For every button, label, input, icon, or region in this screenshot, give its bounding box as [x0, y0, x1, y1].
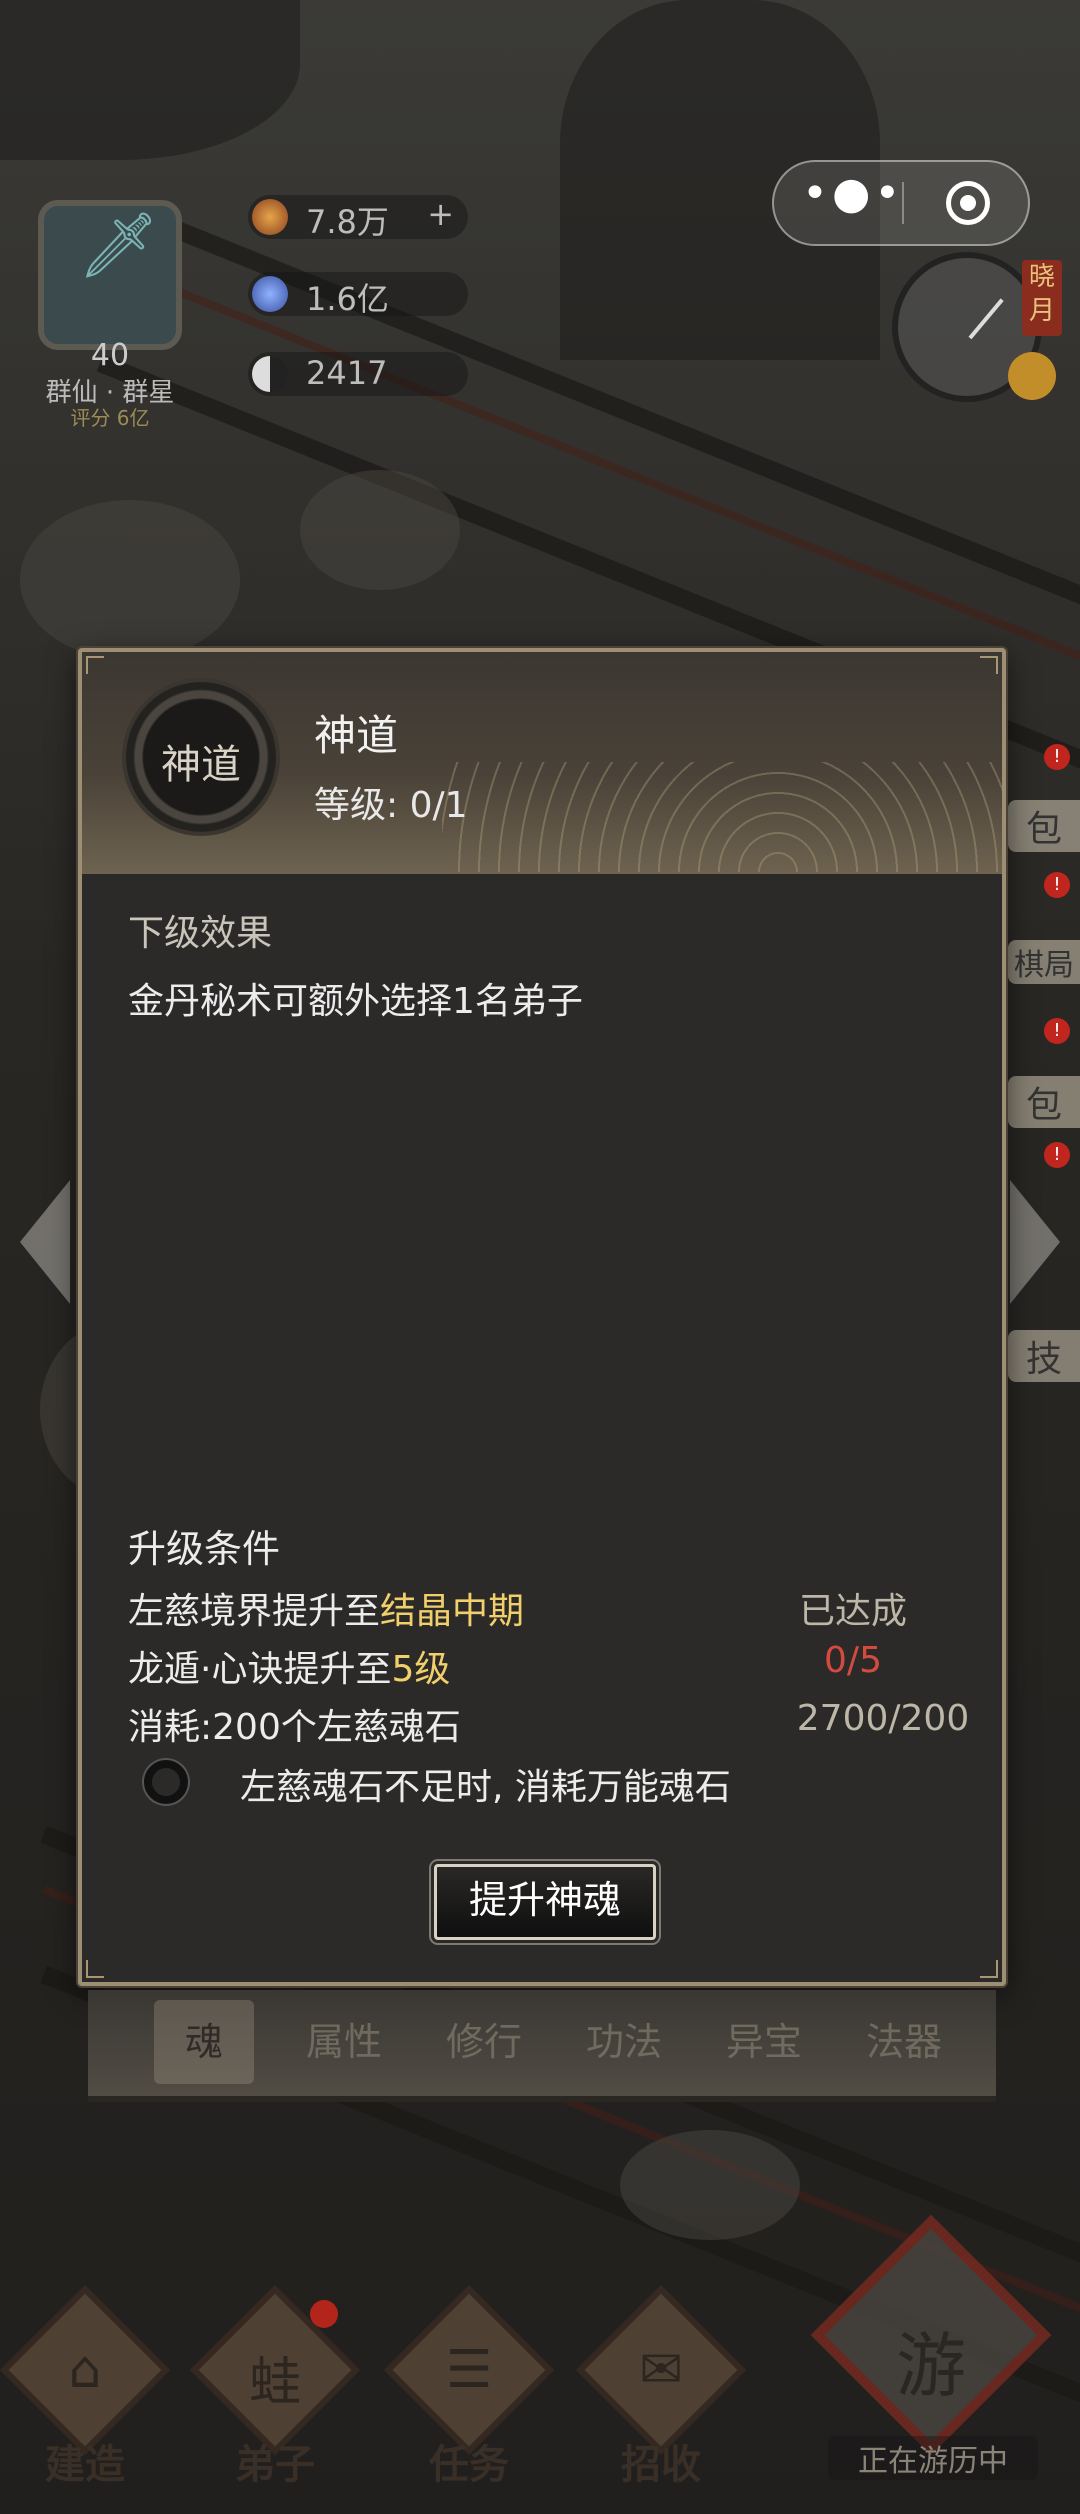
- resource-value: 2417: [306, 354, 388, 392]
- time-of-day-tag: 晓月: [1022, 260, 1062, 336]
- spirit-stone-icon: [252, 199, 288, 235]
- resource-crystal[interactable]: 1.6亿: [248, 272, 468, 318]
- condition-status: 已达成: [798, 1591, 907, 1632]
- travel-icon: 游: [896, 2325, 966, 2407]
- tab-treasures[interactable]: 异宝: [714, 2000, 814, 2084]
- dock-recruit[interactable]: ✉ 招收: [576, 2285, 746, 2514]
- resource-value: 1.6亿: [306, 280, 389, 318]
- travel-status: 正在游历中: [828, 2436, 1038, 2480]
- crystal-icon: [252, 276, 288, 312]
- notification-dot: !: [1044, 744, 1070, 770]
- task-icon: ☰: [445, 2340, 493, 2400]
- condition-status: 2700/200: [796, 1698, 970, 1739]
- close-miniprogram-button[interactable]: [946, 181, 990, 225]
- notification-dot: !: [1044, 872, 1070, 898]
- dock-build[interactable]: ⌂ 建造: [0, 2285, 170, 2514]
- dock-label: 建造: [45, 2442, 125, 2488]
- side-menu-item[interactable]: 包: [1008, 1076, 1080, 1128]
- corner-ornament: [980, 656, 998, 674]
- condition-status: 0/5: [824, 1640, 882, 1681]
- build-icon: ⌂: [68, 2340, 102, 2400]
- resource-yin-yang[interactable]: 2417: [248, 352, 468, 396]
- condition-label: 消耗:200个左慈魂石: [128, 1707, 461, 1748]
- side-menu-item[interactable]: 技: [1008, 1330, 1080, 1382]
- upgrade-soul-button[interactable]: 提升神魂: [434, 1864, 656, 1940]
- tab-cultivation[interactable]: 修行: [434, 2000, 534, 2084]
- resource-value: 7.8万: [306, 203, 389, 241]
- checkbox-label: 左慈魂石不足时, 消耗万能魂石: [240, 1767, 731, 1808]
- travel-button[interactable]: 游 正在游历中: [806, 2214, 1056, 2514]
- miniprogram-capsule: •●•: [772, 160, 1030, 246]
- upgrade-conditions-title: 升级条件: [128, 1527, 281, 1571]
- side-menu-item[interactable]: 棋局: [1008, 940, 1080, 984]
- tab-artifacts[interactable]: 法器: [854, 2000, 954, 2084]
- capsule-divider: [902, 182, 904, 224]
- notification-dot: !: [1044, 1018, 1070, 1044]
- player-score: 评分 6亿: [70, 406, 150, 430]
- more-options-button[interactable]: •●•: [802, 168, 902, 219]
- skill-level: 等级: 0/1: [314, 785, 468, 826]
- skill-icon-label: 神道: [161, 742, 241, 788]
- side-menu-item[interactable]: 包: [1008, 800, 1080, 852]
- condition-row: 左慈境界提升至结晶中期 已达成: [128, 1582, 968, 1632]
- skill-name: 神道: [314, 711, 399, 760]
- add-resource-button[interactable]: +: [427, 195, 454, 233]
- next-effect-title: 下级效果: [128, 913, 273, 954]
- wave-pattern-decoration: [442, 762, 1002, 872]
- recruit-icon: ✉: [639, 2340, 683, 2400]
- condition-row: 消耗:200个左慈魂石 2700/200: [128, 1698, 969, 1748]
- previous-page-arrow-icon[interactable]: [20, 1180, 70, 1304]
- corner-ornament: [86, 656, 104, 674]
- corner-ornament: [980, 1960, 998, 1978]
- disciple-icon: 蛙: [248, 2353, 301, 2413]
- dock-tasks[interactable]: ☰ 任务: [384, 2285, 554, 2514]
- yin-yang-icon: [252, 356, 288, 392]
- player-level: 40: [90, 338, 130, 373]
- dialog-header: 神道 神道 等级: 0/1: [82, 652, 1002, 874]
- soul-tab-bar: 魂 属性 修行 功法 异宝 法器: [88, 1990, 996, 2102]
- next-page-arrow-icon[interactable]: [1010, 1180, 1060, 1304]
- tab-soul[interactable]: 魂: [154, 2000, 254, 2084]
- notification-dot: [310, 2300, 338, 2328]
- sun-icon: [1008, 352, 1056, 400]
- tab-techniques[interactable]: 功法: [574, 2000, 674, 2084]
- dock-label: 弟子: [235, 2442, 315, 2488]
- tab-attributes[interactable]: 属性: [294, 2000, 394, 2084]
- dock-label: 任务: [429, 2442, 509, 2488]
- sword-emblem-icon: 🗡: [78, 209, 160, 283]
- condition-label: 左慈境界提升至结晶中期: [128, 1591, 525, 1632]
- corner-ornament: [86, 1960, 104, 1978]
- dock-disciples[interactable]: 蛙 弟子: [190, 2285, 360, 2514]
- notification-dot: !: [1044, 1142, 1070, 1168]
- next-effect-text: 金丹秘术可额外选择1名弟子: [128, 981, 583, 1022]
- player-badge[interactable]: 🗡 40 群仙 · 群星 评分 6亿: [20, 150, 200, 430]
- dock-label: 招收: [621, 2442, 701, 2488]
- condition-row: 龙遁·心诀提升至5级 0/5: [128, 1640, 968, 1690]
- clock-hand: [968, 298, 1004, 340]
- resource-spirit-stone[interactable]: 7.8万 +: [248, 195, 468, 241]
- skill-icon: 神道: [126, 682, 276, 832]
- use-universal-soulstone-checkbox[interactable]: [144, 1760, 188, 1804]
- soul-upgrade-dialog: 神道 神道 等级: 0/1 下级效果 金丹秘术可额外选择1名弟子 升级条件 左慈…: [78, 648, 1006, 1986]
- condition-label: 龙遁·心诀提升至5级: [128, 1649, 451, 1690]
